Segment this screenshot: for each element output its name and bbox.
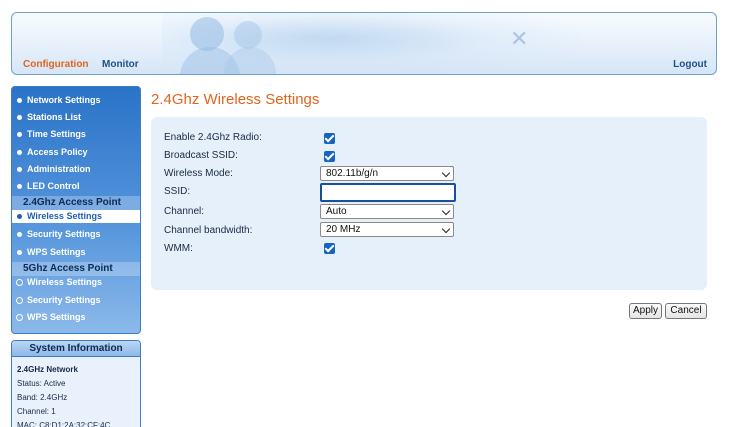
enable-radio-checkbox[interactable] (324, 133, 335, 144)
wireless-mode-value: 802.11b/g/n (326, 168, 379, 179)
nav-monitor[interactable]: Monitor (102, 59, 139, 70)
sidebar-item-network-settings[interactable]: Network Settings (12, 92, 140, 109)
banner-figure (234, 21, 262, 49)
wireless-mode-label: Wireless Mode: (164, 168, 233, 179)
bullet-icon (17, 132, 22, 137)
sidebar-item-label: Administration (27, 164, 91, 174)
chevron-down-icon (441, 224, 451, 234)
sidebar-item-label: Security Settings (27, 295, 101, 305)
chevron-down-icon (441, 206, 451, 216)
bullet-icon (17, 115, 22, 120)
sysinfo-mac: MAC: C8:D1:2A:32:CF:4C (17, 421, 111, 427)
channel-bandwidth-label: Channel bandwidth: (164, 225, 253, 236)
sidebar-item-administration[interactable]: Administration (12, 161, 140, 178)
ssid-label: SSID: (164, 186, 191, 197)
sidebar-item-wps-settings-24[interactable]: WPS Settings (12, 244, 140, 261)
sidebar-item-access-policy[interactable]: Access Policy (12, 144, 140, 161)
bullet-ring-icon (16, 279, 23, 286)
wireless-mode-select[interactable]: 802.11b/g/n (320, 166, 454, 181)
chevron-down-icon (441, 168, 451, 178)
wmm-checkbox[interactable] (324, 243, 335, 254)
cancel-button[interactable]: Cancel (665, 303, 707, 319)
sidebar-item-led-control[interactable]: LED Control (12, 178, 140, 195)
sidebar-item-label: Wireless Settings (27, 211, 102, 221)
system-information-title: System Information (12, 341, 140, 357)
sidebar-menu: Network Settings Stations List Time Sett… (11, 86, 141, 334)
sysinfo-status: Status: Active (17, 379, 66, 388)
broadcast-ssid-checkbox[interactable] (324, 151, 335, 162)
banner-logo-icon: ✕ (510, 27, 529, 52)
sidebar-item-label: Wireless Settings (27, 277, 102, 287)
banner-figure (190, 17, 224, 51)
apply-button[interactable]: Apply (629, 303, 662, 319)
sidebar-item-label: WPS Settings (27, 312, 86, 322)
bullet-icon (17, 167, 22, 172)
sidebar-item-label: Access Policy (27, 147, 88, 157)
nav-configuration[interactable]: Configuration (23, 59, 89, 70)
channel-label: Channel: (164, 206, 205, 217)
bullet-icon (17, 214, 22, 219)
header-banner: ✕ Configuration Monitor Logout (11, 12, 717, 75)
system-information-panel: System Information 2.4GHz Network Status… (11, 340, 141, 427)
sysinfo-network: 2.4GHz Network (17, 365, 78, 374)
bullet-icon (17, 232, 22, 237)
sidebar-item-stations-list[interactable]: Stations List (12, 109, 140, 126)
bullet-icon (17, 98, 22, 103)
sidebar-item-security-settings-24[interactable]: Security Settings (12, 226, 140, 243)
sysinfo-band: Band: 2.4GHz (17, 393, 68, 402)
sidebar-item-time-settings[interactable]: Time Settings (12, 126, 140, 143)
sidebar-item-label: Network Settings (27, 95, 101, 105)
sidebar-item-label: WPS Settings (27, 247, 86, 257)
page-title: 2.4Ghz Wireless Settings (151, 91, 320, 108)
enable-radio-label: Enable 2.4Ghz Radio: (164, 132, 262, 143)
sidebar-item-security-settings-5[interactable]: Security Settings (12, 292, 140, 309)
sidebar-item-label: Security Settings (27, 229, 101, 239)
channel-value: Auto (326, 206, 347, 217)
sidebar-item-label: Stations List (27, 112, 82, 122)
sidebar-item-wireless-settings-5[interactable]: Wireless Settings (12, 274, 140, 291)
broadcast-ssid-label: Broadcast SSID: (164, 150, 238, 161)
channel-select[interactable]: Auto (320, 204, 454, 219)
wmm-label: WMM: (164, 243, 193, 254)
sidebar-item-wps-settings-5[interactable]: WPS Settings (12, 309, 140, 326)
channel-bandwidth-value: 20 MHz (326, 224, 361, 235)
ssid-input[interactable] (320, 183, 456, 202)
nav-logout[interactable]: Logout (673, 59, 707, 70)
sysinfo-channel: Channel: 1 (17, 407, 56, 416)
bullet-ring-icon (16, 297, 23, 304)
bullet-icon (17, 250, 22, 255)
sidebar-item-label: LED Control (27, 181, 80, 191)
sidebar-item-wireless-settings-24[interactable]: Wireless Settings (12, 210, 140, 223)
channel-bandwidth-select[interactable]: 20 MHz (320, 222, 454, 237)
router-admin-page: ✕ Configuration Monitor Logout Network S… (0, 0, 734, 427)
bullet-ring-icon (16, 314, 23, 321)
sidebar-item-label: Time Settings (27, 129, 86, 139)
bullet-icon (17, 150, 22, 155)
bullet-icon (17, 184, 22, 189)
section-heading-2-4ghz: 2.4Ghz Access Point (12, 196, 140, 210)
